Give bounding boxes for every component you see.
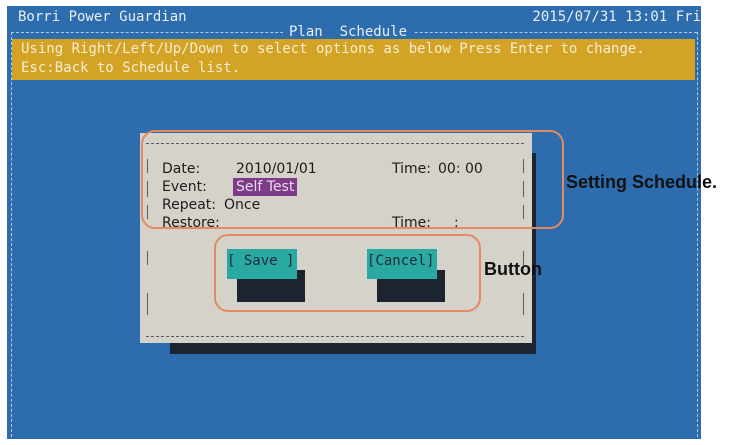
- frame-border-left: [11, 32, 12, 437]
- frame-border-right: [697, 32, 698, 437]
- help-line-1: Using Right/Left/Up/Down to select optio…: [21, 41, 645, 57]
- button-annotation: Button: [484, 259, 542, 279]
- button-callout: [214, 234, 481, 312]
- dialog-border-left-mark: [147, 293, 148, 315]
- setting-schedule-callout: [141, 130, 564, 229]
- dialog-border-left-mark: [147, 251, 148, 265]
- help-bar: Using Right/Left/Up/Down to select optio…: [12, 39, 695, 80]
- datetime-display: 2015/07/31 13:01 Fri: [532, 9, 701, 25]
- help-line-2: Esc:Back to Schedule list.: [21, 60, 241, 76]
- app-name: Borri Power Guardian: [18, 9, 187, 25]
- setting-schedule-annotation: Setting Schedule.: [566, 172, 718, 192]
- dialog-border-right-mark: [523, 293, 524, 315]
